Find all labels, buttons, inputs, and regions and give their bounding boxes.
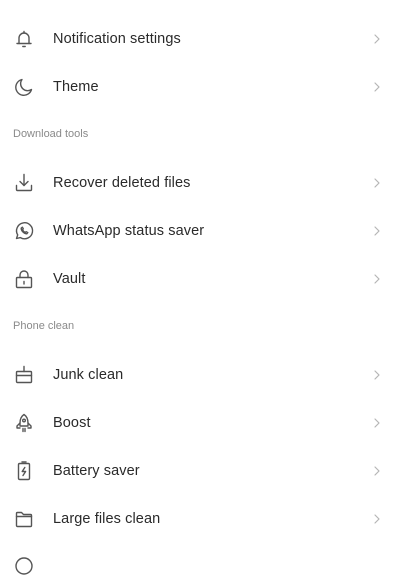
whatsapp-status-saver-row[interactable]: WhatsApp status saver [0, 207, 405, 255]
notification-settings-label: Notification settings [53, 31, 181, 47]
lock-icon [12, 267, 36, 291]
folder-icon [12, 507, 36, 531]
notification-settings-row[interactable]: Notification settings [0, 15, 405, 63]
section-header-download-tools: Download tools [0, 111, 405, 159]
chevron-right-icon [373, 369, 381, 381]
chevron-right-icon [373, 273, 381, 285]
rocket-icon [12, 411, 36, 435]
broom-icon [12, 363, 36, 387]
chevron-right-icon [373, 225, 381, 237]
chevron-right-icon [373, 513, 381, 525]
chevron-right-icon [373, 465, 381, 477]
recover-deleted-files-label: Recover deleted files [53, 175, 191, 191]
large-files-clean-row[interactable]: Large files clean [0, 495, 405, 543]
section-title: Phone clean [13, 320, 75, 332]
circle-icon [12, 554, 36, 578]
moon-icon [12, 75, 36, 99]
large-files-clean-label: Large files clean [53, 511, 161, 527]
settings-list: Notification settings Theme Download too… [0, 15, 405, 543]
theme-row[interactable]: Theme [0, 63, 405, 111]
bell-icon [12, 27, 36, 51]
chevron-right-icon [373, 81, 381, 93]
battery-saver-row[interactable]: Battery saver [0, 447, 405, 495]
vault-label: Vault [53, 271, 86, 287]
whatsapp-status-saver-label: WhatsApp status saver [53, 223, 205, 239]
whatsapp-icon [12, 219, 36, 243]
chevron-right-icon [373, 417, 381, 429]
battery-icon [12, 459, 36, 483]
recover-deleted-files-row[interactable]: Recover deleted files [0, 159, 405, 207]
battery-saver-label: Battery saver [53, 463, 140, 479]
section-title: Download tools [13, 128, 89, 140]
partially-visible-row[interactable] [0, 545, 405, 575]
theme-label: Theme [53, 79, 99, 95]
chevron-right-icon [373, 177, 381, 189]
junk-clean-label: Junk clean [53, 367, 124, 383]
boost-label: Boost [53, 415, 91, 431]
vault-row[interactable]: Vault [0, 255, 405, 303]
chevron-right-icon [373, 33, 381, 45]
boost-row[interactable]: Boost [0, 399, 405, 447]
junk-clean-row[interactable]: Junk clean [0, 351, 405, 399]
section-header-phone-clean: Phone clean [0, 303, 405, 351]
download-icon [12, 171, 36, 195]
